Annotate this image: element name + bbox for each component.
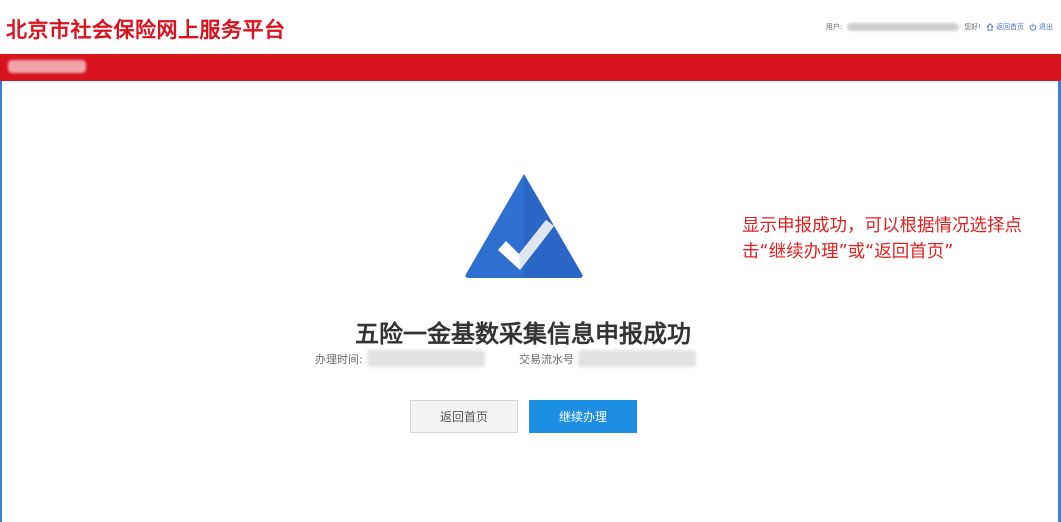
serial-label: 交易流水号 [519, 352, 574, 366]
success-title: 五险一金基数采集信息申报成功 [355, 320, 691, 348]
greeting: 您好! [964, 23, 981, 31]
user-prefix: 用户: [825, 23, 843, 31]
success-check-icon [465, 174, 583, 278]
serial-value-redacted [578, 350, 696, 367]
nav-bar [0, 54, 1061, 81]
nav-redacted [8, 60, 86, 73]
annotation-note: 显示申报成功，可以根据情况选择点击“继续办理”或“返回首页” [742, 216, 1022, 262]
home-icon [986, 23, 994, 31]
user-area: 用户: 您好! 返回首页 退出 [826, 22, 1053, 32]
time-value-redacted [366, 350, 485, 367]
serial-row: 交易流水号 [519, 350, 696, 367]
home-link-label: 返回首页 [996, 23, 1024, 31]
time-label: 办理时间: [315, 352, 363, 366]
logout-link[interactable]: 退出 [1029, 22, 1053, 32]
home-link[interactable]: 返回首页 [986, 22, 1024, 32]
site-title: 北京市社会保险网上服务平台 [6, 18, 286, 42]
top-header: 北京市社会保险网上服务平台 用户: 您好! 返回首页 退出 [0, 0, 1061, 54]
time-row: 办理时间: [315, 350, 485, 367]
user-name-redacted [847, 23, 960, 31]
continue-button[interactable]: 继续办理 [529, 400, 637, 433]
logout-link-label: 退出 [1039, 23, 1053, 31]
return-home-button[interactable]: 返回首页 [410, 400, 518, 433]
power-icon [1029, 23, 1037, 31]
